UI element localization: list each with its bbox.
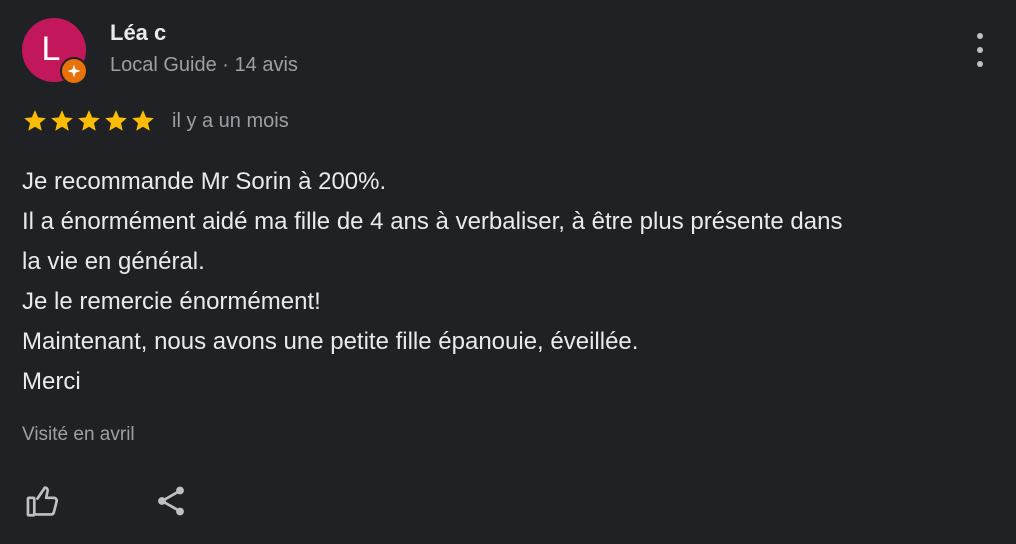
review-line: Merci (22, 368, 81, 395)
star-icon (24, 110, 46, 131)
local-guide-star-icon (60, 57, 88, 85)
star-icon (132, 110, 154, 131)
share-icon[interactable] (150, 480, 192, 522)
star-icon (78, 110, 100, 131)
review-line: Il a énormément aidé ma fille de 4 ans à… (22, 208, 843, 235)
review-text: Je recommande Mr Sorin à 200%. Il a énor… (22, 162, 997, 402)
review-actions (22, 480, 192, 522)
review-card: L Léa c Local Guide · 14 avis il y a un … (0, 0, 1016, 544)
review-date: il y a un mois (172, 109, 289, 132)
review-line: Je recommande Mr Sorin à 200%. (22, 168, 387, 195)
review-line: la vie en général. (22, 248, 205, 275)
rating-row: il y a un mois (22, 106, 289, 136)
review-line: Je le remercie énormément! (22, 288, 321, 315)
avatar-letter: L (41, 29, 61, 68)
thumbs-up-icon[interactable] (22, 480, 64, 522)
reviewer-name[interactable]: Léa c (110, 20, 166, 46)
more-vert-icon[interactable] (964, 30, 996, 70)
review-line: Maintenant, nous avons une petite fille … (22, 328, 639, 355)
star-icon (105, 110, 127, 131)
visit-date: Visité en avril (22, 424, 135, 445)
star-icon (51, 110, 73, 131)
reviewer-meta: Local Guide · 14 avis (110, 54, 298, 76)
star-rating (22, 108, 156, 134)
